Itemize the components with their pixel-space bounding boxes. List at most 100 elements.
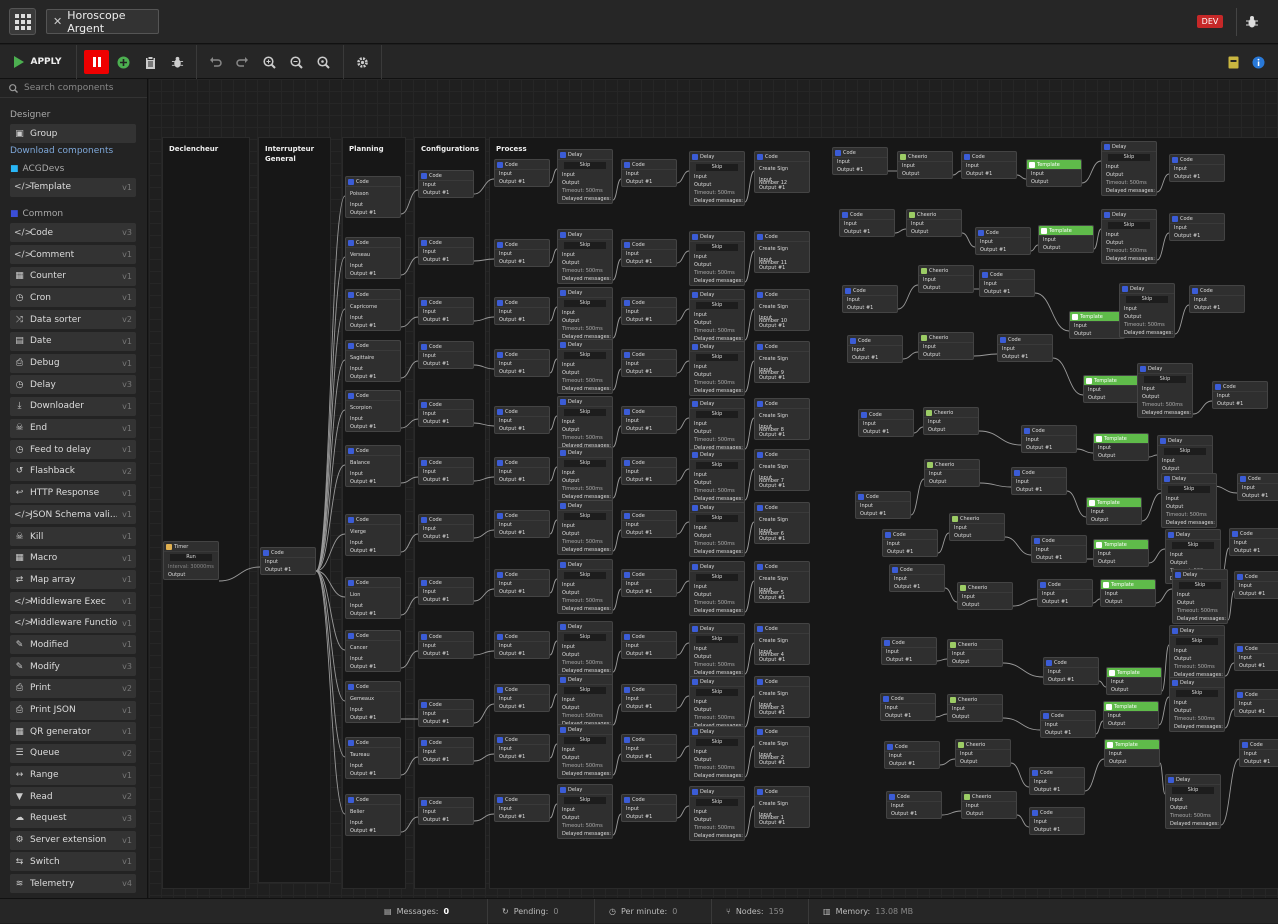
wire[interactable] bbox=[941, 810, 962, 816]
code-node[interactable]: Code Input Output #1 bbox=[418, 237, 474, 265]
delay-node[interactable]: DelaySkipInputOutputTimeout: 500msDelaye… bbox=[557, 287, 613, 342]
code-node[interactable]: Code Input Output #1 bbox=[832, 147, 888, 175]
delay-node[interactable]: DelaySkipInputOutputTimeout: 500msDelaye… bbox=[557, 149, 613, 204]
wire[interactable] bbox=[952, 170, 962, 176]
component-middleware-exec[interactable]: </> Middleware Exec v1 bbox=[10, 592, 136, 612]
code-node[interactable]: Code Gemeaux Input Output #1 bbox=[345, 681, 401, 723]
component-data-sorter[interactable]: ⤨ Data sorter v2 bbox=[10, 310, 136, 330]
wire[interactable] bbox=[744, 468, 755, 501]
delay-node[interactable]: DelaySkipInputOutputTimeout: 500msDelaye… bbox=[1101, 141, 1157, 196]
code-node[interactable]: Code Input Output #1 bbox=[1037, 579, 1093, 607]
cheerio-node[interactable]: Cheerio Input Output bbox=[923, 407, 979, 435]
cheerio-node[interactable]: Cheerio Input Output bbox=[906, 209, 962, 237]
wire[interactable] bbox=[400, 256, 419, 276]
cheerio-node[interactable]: Cheerio Input Output bbox=[957, 582, 1013, 610]
wire[interactable] bbox=[973, 353, 998, 357]
code-node[interactable]: Code Belier Input Output #1 bbox=[345, 794, 401, 836]
cheerio-node[interactable]: Cheerio Input Output bbox=[924, 459, 980, 487]
delay-node[interactable]: DelaySkipInputOutputTimeout: 500msDelaye… bbox=[689, 726, 745, 781]
wire[interactable] bbox=[1076, 448, 1094, 454]
wire[interactable] bbox=[612, 588, 622, 611]
wire[interactable] bbox=[1081, 160, 1102, 184]
component-debug[interactable]: ⎙ Debug v1 bbox=[10, 353, 136, 373]
code-node[interactable]: Code Create Sign Number 11 Input Output #1 bbox=[754, 231, 810, 273]
wire[interactable] bbox=[400, 418, 419, 429]
component-counter[interactable]: ▦ Counter v1 bbox=[10, 266, 136, 286]
wire[interactable] bbox=[944, 587, 958, 603]
wire[interactable] bbox=[315, 570, 346, 702]
code-node[interactable]: Code Input Output #1 bbox=[621, 684, 677, 712]
code-node[interactable]: Code Input Output #1 bbox=[1229, 528, 1278, 556]
wire[interactable] bbox=[1156, 173, 1170, 193]
wire[interactable] bbox=[612, 753, 622, 776]
wire[interactable] bbox=[744, 250, 755, 283]
code-node[interactable]: Code Input Output #1 bbox=[961, 151, 1017, 179]
wire[interactable] bbox=[936, 658, 948, 662]
skip-button[interactable]: Skip bbox=[1176, 690, 1218, 697]
wire[interactable] bbox=[1224, 662, 1235, 677]
wire[interactable] bbox=[549, 248, 558, 264]
skip-button[interactable]: Skip bbox=[696, 689, 738, 696]
template-node[interactable]: Template Input Output bbox=[1103, 701, 1159, 729]
wire[interactable] bbox=[744, 642, 755, 675]
wire[interactable] bbox=[1016, 174, 1027, 180]
skip-button[interactable]: Skip bbox=[1108, 154, 1150, 161]
wire[interactable] bbox=[315, 308, 346, 572]
code-node[interactable]: Code Input Output #1 bbox=[1234, 571, 1278, 599]
cheerio-node[interactable]: Cheerio Input Output bbox=[918, 265, 974, 293]
code-node[interactable]: Code Sagittaire Input Output #1 bbox=[345, 340, 401, 382]
wire[interactable] bbox=[549, 358, 558, 374]
delay-node[interactable]: DelaySkipInputOutputTimeout: 500msDelaye… bbox=[1172, 569, 1228, 624]
wire[interactable] bbox=[473, 316, 495, 322]
wire[interactable] bbox=[473, 650, 495, 656]
wire[interactable] bbox=[612, 258, 622, 281]
code-node[interactable]: Code Input Output #1 bbox=[418, 341, 474, 369]
component-server-extension[interactable]: ⚙ Server extension v1 bbox=[10, 830, 136, 850]
close-icon[interactable]: ✕ bbox=[53, 15, 62, 28]
wire[interactable] bbox=[744, 580, 755, 613]
wire[interactable] bbox=[676, 250, 690, 264]
component-switch[interactable]: ⇆ Switch v1 bbox=[10, 852, 136, 872]
code-node[interactable]: Code Input Output #1 bbox=[621, 794, 677, 822]
wire[interactable] bbox=[549, 306, 558, 322]
debug-button[interactable] bbox=[1236, 8, 1266, 36]
wire[interactable] bbox=[979, 482, 1012, 488]
code-node[interactable]: Code Input Output #1 bbox=[418, 297, 474, 325]
component-modify[interactable]: ✎ Modify v3 bbox=[10, 657, 136, 677]
wire[interactable] bbox=[549, 693, 558, 709]
delay-node[interactable]: DelaySkipInputOutputTimeout: 500msDelaye… bbox=[689, 289, 745, 344]
skip-button[interactable]: Skip bbox=[1176, 638, 1218, 645]
wire[interactable] bbox=[612, 813, 622, 836]
flow-canvas[interactable]: Declencheur Interrupteur General Planning C… bbox=[149, 79, 1278, 898]
wire[interactable] bbox=[676, 745, 690, 759]
component-request[interactable]: ☁ Request v3 bbox=[10, 808, 136, 828]
wire[interactable] bbox=[473, 258, 495, 262]
wire[interactable] bbox=[400, 816, 419, 833]
code-node[interactable]: Code Input Output #1 bbox=[494, 684, 550, 712]
component-code[interactable]: </> Code v3 bbox=[10, 223, 136, 243]
wire[interactable] bbox=[939, 758, 956, 766]
wire[interactable] bbox=[676, 521, 690, 535]
wire[interactable] bbox=[549, 168, 558, 184]
skip-button[interactable]: Skip bbox=[1168, 486, 1210, 493]
skip-button[interactable]: Skip bbox=[696, 411, 738, 418]
skip-button[interactable]: Skip bbox=[564, 460, 606, 467]
skip-button[interactable]: Skip bbox=[1164, 448, 1206, 455]
cheerio-node[interactable]: Cheerio Input Output bbox=[947, 639, 1003, 667]
wire[interactable] bbox=[902, 351, 919, 360]
download-components-link[interactable]: Download components bbox=[0, 146, 147, 160]
cheerio-node[interactable]: Cheerio Input Output bbox=[897, 151, 953, 179]
wire[interactable] bbox=[1141, 492, 1162, 522]
code-node[interactable]: Code Input Output #1 bbox=[418, 170, 474, 198]
wire[interactable] bbox=[1174, 304, 1190, 335]
wire[interactable] bbox=[913, 426, 924, 434]
code-node[interactable]: Code Input Output #1 bbox=[621, 159, 677, 187]
code-node[interactable]: Code Input Output #1 bbox=[621, 631, 677, 659]
delay-node[interactable]: DelaySkipInputOutputTimeout: 500msDelaye… bbox=[689, 786, 745, 841]
code-node[interactable]: Code Input Output #1 bbox=[494, 734, 550, 762]
code-node[interactable]: Code Input Output #1 bbox=[494, 457, 550, 485]
cheerio-node[interactable]: Cheerio Input Output bbox=[918, 332, 974, 360]
template-node[interactable]: Template Input Output bbox=[1093, 433, 1149, 461]
delay-node[interactable]: DelaySkipInputOutputTimeout: 500msDelaye… bbox=[557, 724, 613, 779]
wire[interactable] bbox=[1066, 490, 1087, 518]
